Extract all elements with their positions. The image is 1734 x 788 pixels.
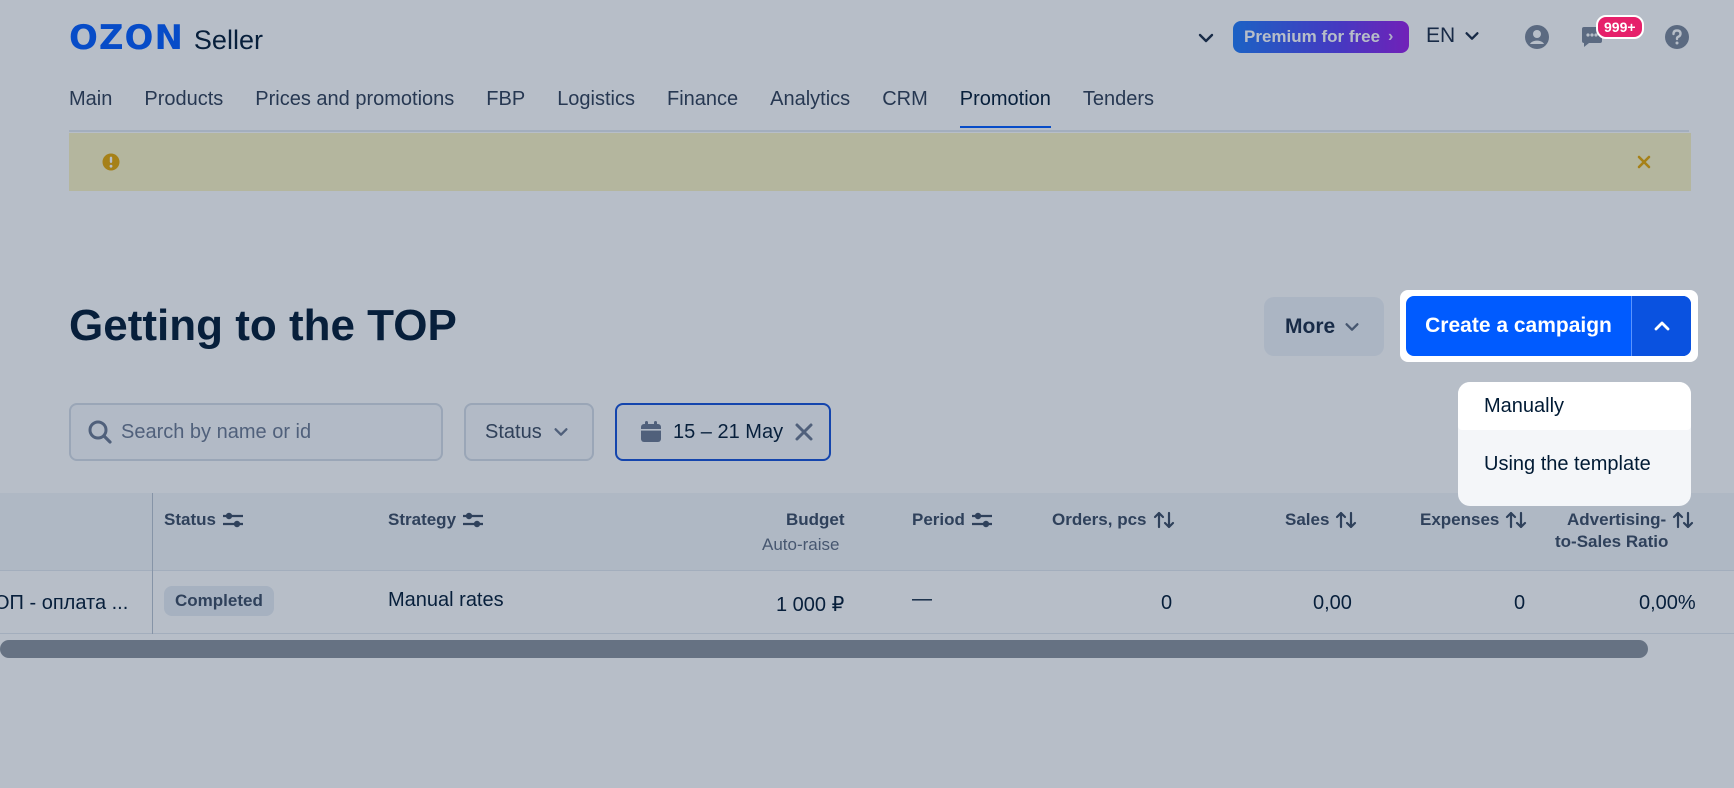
help-icon[interactable] bbox=[1664, 24, 1690, 50]
nav-item-main[interactable]: Main bbox=[69, 88, 112, 127]
column-header-sales-label: Sales bbox=[1285, 510, 1330, 529]
close-icon[interactable] bbox=[1635, 153, 1653, 171]
app-page: OZON Seller Premium for free › EN 999+ M… bbox=[0, 0, 1734, 788]
date-range-filter[interactable]: 15 – 21 May bbox=[615, 403, 831, 461]
calendar-icon bbox=[641, 421, 661, 442]
chevron-down-icon bbox=[1465, 32, 1479, 40]
logo-brand: OZON bbox=[69, 18, 184, 58]
search-icon bbox=[88, 420, 112, 444]
column-header-strategy[interactable]: Strategy bbox=[388, 510, 484, 530]
column-header-period-label: Period bbox=[912, 510, 965, 529]
nav-item-crm[interactable]: CRM bbox=[882, 88, 928, 127]
period-cell: — bbox=[912, 588, 932, 610]
horizontal-scrollbar[interactable] bbox=[0, 640, 1648, 658]
filter-icon bbox=[463, 512, 484, 528]
nav-item-products[interactable]: Products bbox=[144, 88, 223, 127]
column-header-status-label: Status bbox=[164, 510, 216, 529]
nav-item-promotion[interactable]: Promotion bbox=[959, 88, 1052, 128]
column-header-strategy-label: Strategy bbox=[388, 510, 457, 529]
ratio-cell: 0,00% bbox=[1639, 592, 1696, 614]
language-label: EN bbox=[1426, 24, 1456, 47]
chevron-down-icon bbox=[1345, 322, 1359, 331]
nav-item-fbp[interactable]: FBP bbox=[486, 88, 525, 127]
logo-product: Seller bbox=[193, 25, 263, 55]
premium-for-free-button[interactable]: Premium for free › bbox=[1233, 21, 1409, 53]
date-range-value: 15 – 21 May bbox=[673, 420, 784, 443]
column-header-orders-label: Orders, pcs bbox=[1052, 510, 1147, 529]
language-selector[interactable]: EN bbox=[1426, 24, 1481, 48]
sort-icon bbox=[1673, 511, 1694, 529]
column-header-status[interactable]: Status bbox=[164, 510, 244, 530]
sales-cell: 0,00 bbox=[1313, 592, 1352, 614]
column-header-ratio-line1: Advertising- bbox=[1567, 510, 1667, 529]
more-button[interactable]: More bbox=[1264, 297, 1384, 356]
column-header-period[interactable]: Period bbox=[912, 510, 993, 530]
page-title: Getting to the TOP bbox=[69, 301, 457, 350]
chevron-down-icon[interactable] bbox=[1196, 28, 1216, 48]
alert-banner bbox=[69, 133, 1691, 191]
menu-item-using-template[interactable]: Using the template bbox=[1458, 440, 1691, 488]
column-header-budget: Budget bbox=[786, 510, 845, 530]
create-campaign-menu: Manually Using the template bbox=[1458, 382, 1691, 506]
column-header-expenses[interactable]: Expenses bbox=[1420, 510, 1527, 530]
chevron-right-icon: › bbox=[1388, 28, 1394, 45]
account-icon[interactable] bbox=[1524, 24, 1550, 50]
create-campaign-toggle[interactable] bbox=[1632, 296, 1691, 356]
create-campaign-split-button: Create a campaign bbox=[1406, 296, 1691, 356]
column-header-budget-label: Budget bbox=[786, 510, 845, 529]
column-header-sales[interactable]: Sales bbox=[1285, 510, 1357, 530]
chevron-down-icon bbox=[554, 428, 568, 436]
column-header-orders[interactable]: Orders, pcs bbox=[1052, 510, 1175, 530]
main-nav: Main Products Prices and promotions FBP … bbox=[69, 88, 1154, 128]
status-filter-dropdown[interactable]: Status bbox=[464, 403, 594, 461]
chevron-up-icon bbox=[1654, 321, 1669, 331]
column-header-expenses-label: Expenses bbox=[1420, 510, 1500, 529]
sort-icon bbox=[1506, 511, 1527, 529]
nav-divider bbox=[69, 130, 1689, 132]
column-divider bbox=[152, 493, 153, 634]
strategy-cell: Manual rates bbox=[388, 589, 504, 611]
warning-icon bbox=[102, 153, 120, 171]
ozon-seller-logo[interactable]: OZON Seller bbox=[69, 18, 263, 58]
filter-icon bbox=[971, 512, 992, 528]
notification-badge: 999+ bbox=[1596, 15, 1644, 39]
search-input[interactable] bbox=[121, 420, 421, 444]
orders-cell: 0 bbox=[1161, 592, 1173, 614]
menu-item-manually[interactable]: Manually bbox=[1458, 382, 1691, 430]
campaign-name-cell[interactable]: ОП - оплата ... bbox=[0, 592, 128, 615]
premium-label: Premium for free bbox=[1244, 27, 1381, 46]
nav-item-tenders[interactable]: Tenders bbox=[1083, 88, 1154, 127]
expenses-cell: 0 bbox=[1514, 592, 1526, 614]
nav-item-logistics[interactable]: Logistics bbox=[557, 88, 635, 127]
filter-icon bbox=[222, 512, 243, 528]
clear-icon[interactable] bbox=[793, 421, 815, 443]
nav-item-finance[interactable]: Finance bbox=[667, 88, 738, 127]
sort-icon bbox=[1153, 511, 1174, 529]
more-label: More bbox=[1285, 314, 1336, 338]
budget-cell: 1 000 ₽ bbox=[776, 594, 845, 616]
column-header-ratio-line2: to-Sales Ratio bbox=[1555, 532, 1669, 551]
sort-icon bbox=[1336, 511, 1357, 529]
column-header-budget-sub: Auto-raise bbox=[762, 535, 840, 554]
create-campaign-button[interactable]: Create a campaign bbox=[1406, 296, 1631, 356]
nav-item-analytics[interactable]: Analytics bbox=[770, 88, 850, 127]
status-badge: Completed bbox=[164, 586, 274, 616]
status-filter-label: Status bbox=[485, 420, 542, 443]
nav-item-prices-and-promotions[interactable]: Prices and promotions bbox=[255, 88, 454, 127]
column-header-advertising-ratio[interactable]: Advertising- bbox=[1567, 510, 1694, 530]
search-field[interactable] bbox=[69, 403, 443, 461]
